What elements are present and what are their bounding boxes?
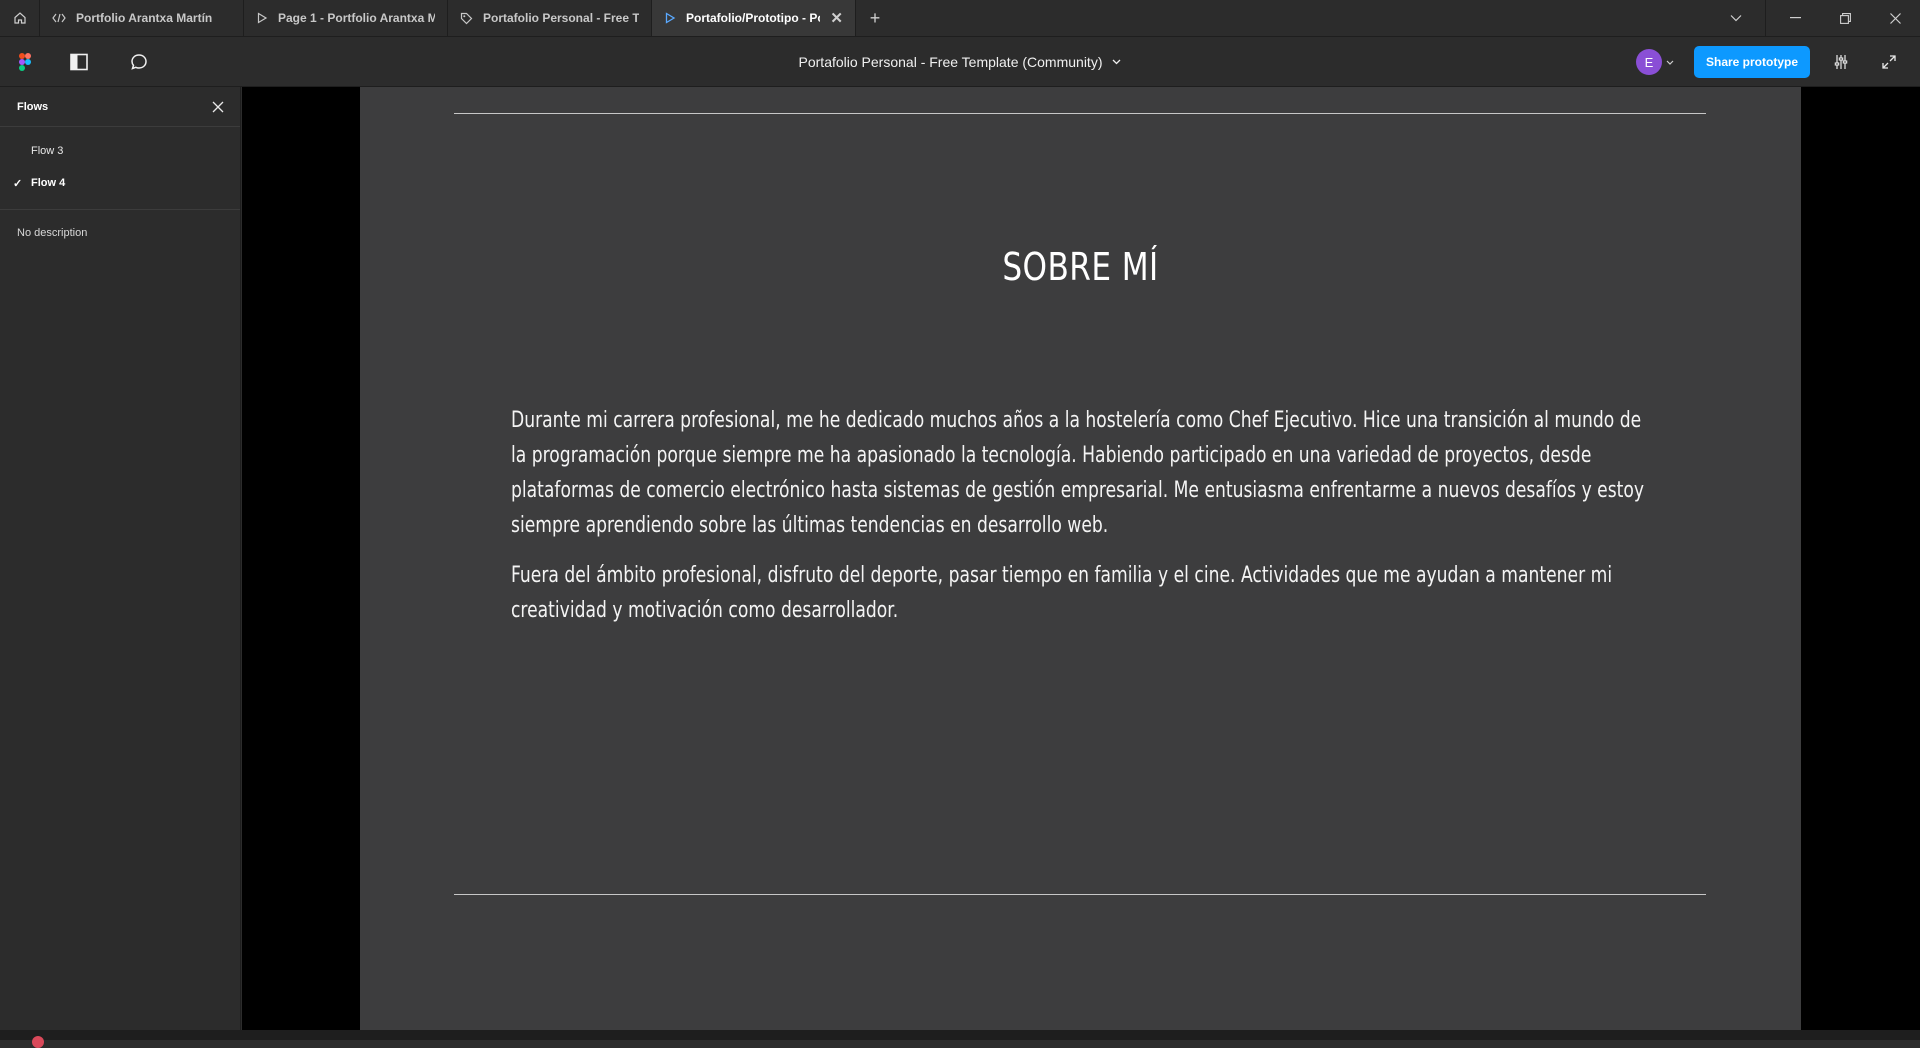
browser-tab-free-template[interactable]: Portafolio Personal - Free Template (C <box>448 0 652 36</box>
user-menu[interactable]: E <box>1632 45 1680 79</box>
sliders-icon <box>1834 55 1848 69</box>
divider <box>1765 0 1766 36</box>
minimize-button[interactable] <box>1770 0 1820 36</box>
tab-label: Portafolio/Prototipo - Portafolio P <box>686 11 820 25</box>
toolbar-left-group <box>14 37 156 87</box>
toolbar-right-group: E Share prototype <box>1632 37 1906 87</box>
about-paragraph: Durante mi carrera profesional, me he de… <box>511 408 1645 538</box>
tab-list-button[interactable] <box>1711 0 1761 36</box>
tab-label: Page 1 - Portfolio Arantxa Martín <box>278 11 435 25</box>
browser-tab-page-1[interactable]: Page 1 - Portfolio Arantxa Martín <box>244 0 448 36</box>
close-tab-icon[interactable]: ✕ <box>830 9 843 27</box>
sidebar-header: Flows <box>0 87 240 127</box>
toggle-sidebar-button[interactable] <box>62 45 96 79</box>
sidebar-icon <box>70 53 88 71</box>
divider <box>454 113 1706 114</box>
tab-label: Portafolio Personal - Free Template (C <box>483 11 639 25</box>
minimize-icon <box>1789 17 1801 19</box>
chevron-down-icon <box>1666 60 1674 65</box>
tag-icon <box>460 12 473 25</box>
close-icon[interactable] <box>212 101 224 113</box>
play-icon <box>664 12 676 24</box>
flow-list: Flow 3 ✓ Flow 4 <box>0 127 240 210</box>
chevron-down-icon <box>1730 15 1742 22</box>
close-icon <box>1889 12 1901 24</box>
browser-tab-strip: Portfolio Arantxa Martín Page 1 - Portfo… <box>0 0 1920 37</box>
divider <box>454 894 1706 895</box>
figma-menu-button[interactable] <box>14 45 36 79</box>
flows-sidebar: Flows Flow 3 ✓ Flow 4 No description <box>0 87 241 1030</box>
figma-logo-icon <box>19 53 31 71</box>
taskbar-edge <box>0 1030 1920 1048</box>
chevron-down-icon[interactable] <box>1112 59 1121 65</box>
new-tab-button[interactable]: + <box>856 0 894 36</box>
restore-icon <box>1839 12 1851 24</box>
share-prototype-button[interactable]: Share prototype <box>1693 46 1810 78</box>
sidebar-title: Flows <box>17 100 49 113</box>
flow-description: No description <box>17 227 88 239</box>
about-paragraph: Fuera del ámbito profesional, disfruto d… <box>511 563 1613 623</box>
restore-button[interactable] <box>1820 0 1870 36</box>
code-icon <box>52 13 66 23</box>
prototype-canvas: SOBRE MÍ Durante mi carrera profesional,… <box>242 87 1920 1030</box>
comment-icon <box>131 54 147 70</box>
section-title: SOBRE MÍ <box>1002 245 1159 289</box>
prototype-frame[interactable]: SOBRE MÍ Durante mi carrera profesional,… <box>360 87 1801 1030</box>
avatar: E <box>1635 49 1662 75</box>
home-icon <box>13 12 26 24</box>
expand-icon <box>1882 55 1896 69</box>
window-controls <box>1711 0 1920 36</box>
checkmark-icon: ✓ <box>13 177 23 190</box>
flow-item-label: Flow 3 <box>31 145 64 157</box>
prototype-toolbar: Portafolio Personal - Free Template (Com… <box>0 37 1920 87</box>
browser-tab-prototype[interactable]: Portafolio/Prototipo - Portafolio P ✕ <box>652 0 856 36</box>
flow-item[interactable]: ✓ Flow 4 <box>0 167 240 199</box>
flow-item-label: Flow 4 <box>31 177 66 189</box>
play-icon <box>256 12 268 24</box>
tab-label: Portfolio Arantxa Martín <box>76 11 213 25</box>
close-window-button[interactable] <box>1870 0 1920 36</box>
prototype-settings-button[interactable] <box>1824 45 1858 79</box>
flow-item[interactable]: Flow 3 <box>0 135 240 167</box>
fullscreen-button[interactable] <box>1872 45 1906 79</box>
app-indicator-icon <box>32 1036 44 1048</box>
home-button[interactable] <box>0 0 40 36</box>
browser-tab-portfolio[interactable]: Portfolio Arantxa Martín <box>40 0 244 36</box>
file-title[interactable]: Portafolio Personal - Free Template (Com… <box>799 54 1103 70</box>
comments-button[interactable] <box>122 45 156 79</box>
